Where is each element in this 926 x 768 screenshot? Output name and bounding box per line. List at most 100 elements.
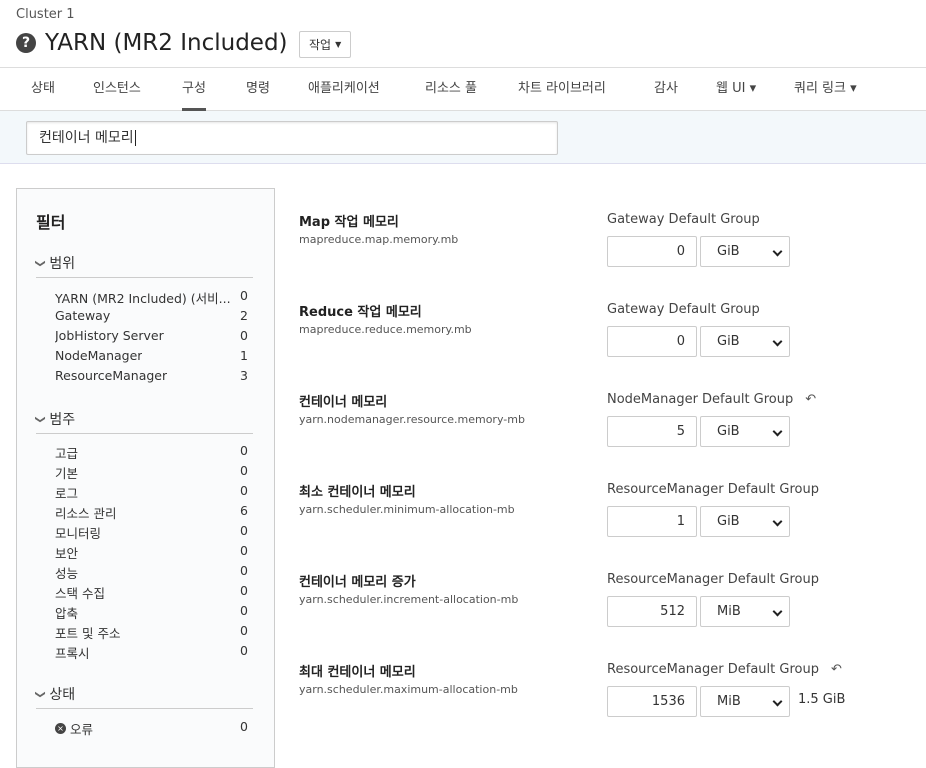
filter-item[interactable]: 기본 0 xyxy=(55,463,248,482)
filter-section-scope[interactable]: ❯ 범위 xyxy=(34,253,253,278)
unit-select[interactable]: GiB xyxy=(700,326,790,357)
tab-6[interactable]: 차트 라이브러리 xyxy=(518,68,606,111)
section-label: 범주 xyxy=(49,412,76,428)
param-key: mapreduce.map.memory.mb xyxy=(299,233,459,246)
param-group: NodeManager Default Group ↶ xyxy=(607,392,816,407)
filter-item[interactable]: 압축 0 xyxy=(55,603,248,622)
section-header[interactable]: ❯ 범주 xyxy=(34,409,253,434)
tab-5[interactable]: 리소스 풀 xyxy=(425,68,477,111)
help-icon: ? xyxy=(16,33,36,53)
filter-item-name: 모니터링 xyxy=(55,526,102,541)
filter-item[interactable]: ResourceManager 3 xyxy=(55,368,248,383)
filter-item-name: 리소스 관리 xyxy=(55,506,117,521)
tab-2[interactable]: 구성 xyxy=(182,68,206,111)
unit-select[interactable]: GiB xyxy=(700,416,790,447)
filter-item[interactable]: Gateway 2 xyxy=(55,308,248,323)
param-value-input[interactable]: 1536 xyxy=(607,686,697,717)
filter-item[interactable]: JobHistory Server 0 xyxy=(55,328,248,343)
filter-item[interactable]: 성능 0 xyxy=(55,563,248,582)
filter-item-label: 스택 수집 xyxy=(55,583,105,602)
param-key: mapreduce.reduce.memory.mb xyxy=(299,323,472,336)
caret-down-icon: ▼ xyxy=(335,40,342,49)
param-name: 컨테이너 메모리 증가 xyxy=(299,575,416,590)
tab-0[interactable]: 상태 xyxy=(31,68,55,111)
filter-item-name: 포트 및 주소 xyxy=(55,626,121,641)
config-search-input[interactable]: 컨테이너 메모리 xyxy=(26,121,558,155)
filter-item-name: 압축 xyxy=(55,606,79,621)
chevron-down-icon: ❯ xyxy=(34,258,46,268)
filter-item-count: 0 xyxy=(240,623,248,638)
tab-4[interactable]: 애플리케이션 xyxy=(308,68,380,111)
tab-7[interactable]: 감사 xyxy=(654,68,678,111)
param-value-input[interactable]: 0 xyxy=(607,326,697,357)
param-key: yarn.nodemanager.resource.memory-mb xyxy=(299,413,525,426)
filter-item[interactable]: NodeManager 1 xyxy=(55,348,248,363)
actions-dropdown[interactable]: 작업 ▼ xyxy=(299,31,352,58)
undo-icon[interactable]: ↶ xyxy=(831,662,842,677)
param-group: ResourceManager Default Group ↶ xyxy=(607,662,842,677)
filter-item-count: 0 xyxy=(240,483,248,498)
filter-item-label: ResourceManager xyxy=(55,368,167,383)
filter-section-status[interactable]: ❯ 상태 xyxy=(35,684,253,709)
filter-item-count: 0 xyxy=(240,563,248,578)
caret-down-icon: ▾ xyxy=(745,81,757,96)
filter-item-label: 압축 xyxy=(55,603,78,622)
group-label: NodeManager Default Group xyxy=(607,392,794,407)
filter-title: 필터 xyxy=(36,213,66,232)
filter-section-category[interactable]: ❯ 범주 xyxy=(34,409,253,434)
tab-8[interactable]: 웹 UI ▾ xyxy=(716,68,756,111)
tab-9[interactable]: 쿼리 링크 ▾ xyxy=(794,68,857,111)
filter-item[interactable]: 스택 수집 0 xyxy=(55,583,248,602)
filter-item[interactable]: 고급 0 xyxy=(55,443,248,462)
tab-3[interactable]: 명령 xyxy=(246,68,270,111)
filter-item-count: 2 xyxy=(240,308,248,323)
filter-item[interactable]: 모니터링 0 xyxy=(55,523,248,542)
param-value-input[interactable]: 512 xyxy=(607,596,697,627)
filter-item[interactable]: 포트 및 주소 0 xyxy=(55,623,248,642)
filter-panel: 필터 ❯ 범위 YARN (MR2 Included) (서비... 0 Gateway… xyxy=(16,188,275,768)
actions-label: 작업 xyxy=(309,38,332,52)
filter-item-label: Gateway xyxy=(55,308,110,323)
param-name: 최대 컨테이너 메모리 xyxy=(299,665,416,680)
unit-select[interactable]: MiB xyxy=(700,686,790,717)
filter-item-label: NodeManager xyxy=(55,348,142,363)
filter-item-name: YARN (MR2 Included) (서비... xyxy=(55,291,230,306)
param-group: ResourceManager Default Group xyxy=(607,482,819,497)
filter-item-name: Gateway xyxy=(55,308,111,323)
filter-item-count: 0 xyxy=(240,719,248,734)
caret-down-icon: ▾ xyxy=(845,81,857,96)
converted-value: 1.5 GiB xyxy=(798,692,846,707)
filter-item[interactable]: 보안 0 xyxy=(55,543,248,562)
undo-icon[interactable]: ↶ xyxy=(805,392,816,407)
filter-item[interactable]: YARN (MR2 Included) (서비... 0 xyxy=(55,288,248,307)
tab-bar: 상태 인스턴스 구성 명령 애플리케이션 리소스 풀 차트 라이브러리 감사 웹 UI ▾ 쿼리 … xyxy=(0,67,926,111)
param-value-input[interactable]: 5 xyxy=(607,416,697,447)
filter-item-count: 0 xyxy=(240,603,248,618)
unit-select[interactable]: MiB xyxy=(700,596,790,627)
filter-item-label: 프록시 xyxy=(55,643,90,662)
filter-item-label: 보안 xyxy=(55,543,78,562)
filter-item[interactable]: 프록시 0 xyxy=(55,643,248,662)
service-title: YARN (MR2 Included) xyxy=(45,30,288,56)
chevron-down-icon: ❯ xyxy=(34,414,46,424)
section-label: 상태 xyxy=(49,687,76,703)
filter-item[interactable]: 리소스 관리 6 xyxy=(55,503,248,522)
section-header[interactable]: ❯ 범위 xyxy=(34,253,253,278)
param-value-input[interactable]: 1 xyxy=(607,506,697,537)
param-value-input[interactable]: 0 xyxy=(607,236,697,267)
filter-item[interactable]: × 오류 0 xyxy=(55,719,248,738)
filter-item-count: 3 xyxy=(240,368,248,383)
filter-item[interactable]: 로그 0 xyxy=(55,483,248,502)
filter-item-name: 로그 xyxy=(55,486,79,501)
cluster-breadcrumb[interactable]: Cluster 1 xyxy=(16,7,75,22)
error-icon: × xyxy=(55,723,66,734)
tab-1[interactable]: 인스턴스 xyxy=(93,68,141,111)
section-header[interactable]: ❯ 상태 xyxy=(35,684,253,709)
filter-item-label: 리소스 관리 xyxy=(55,503,116,522)
param-name: 컨테이너 메모리 xyxy=(299,395,388,410)
param-group: ResourceManager Default Group xyxy=(607,572,819,587)
unit-select[interactable]: GiB xyxy=(700,236,790,267)
unit-select[interactable]: GiB xyxy=(700,506,790,537)
group-label: Gateway Default Group xyxy=(607,212,760,227)
group-label: ResourceManager Default Group xyxy=(607,482,819,497)
